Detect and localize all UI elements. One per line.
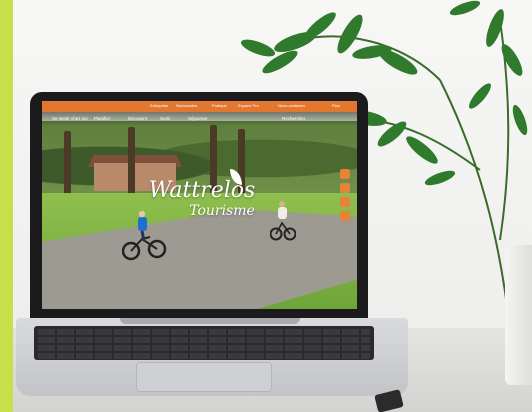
photo-scene: Wattrelos Tourisme Entreprise Nouveautes…: [0, 0, 532, 412]
topbar-link[interactable]: Entreprise: [150, 103, 168, 108]
topbar-link[interactable]: Plan: [332, 103, 340, 108]
instagram-icon[interactable]: [340, 183, 350, 193]
laptop-trackpad: [136, 362, 272, 392]
key-row: [38, 329, 370, 335]
laptop-screen: Wattrelos Tourisme Entreprise Nouveautes…: [42, 101, 357, 309]
nav-search[interactable]: Rechercher: [282, 116, 305, 121]
laptop-hinge: [120, 318, 300, 324]
site-topbar: Entreprise Nouveautes Pratique Espace Pr…: [42, 101, 357, 112]
topbar-link[interactable]: Nous contacter: [278, 103, 305, 108]
nav-item[interactable]: Planifier: [94, 116, 110, 121]
nav-item[interactable]: Séjourner: [188, 116, 208, 121]
site-nav: Se sentir chez soi Planifier Découvrir S…: [42, 112, 357, 126]
cyclist-adult-icon: [270, 201, 296, 241]
youtube-icon[interactable]: [340, 197, 350, 207]
logo-title: Wattrelos: [148, 178, 256, 203]
facebook-icon[interactable]: [340, 169, 350, 179]
nav-item[interactable]: Découvrir: [128, 116, 147, 121]
plant-pot: [505, 245, 532, 385]
topbar-link[interactable]: Espace Pro: [238, 103, 259, 108]
site-logo[interactable]: Wattrelos Tourisme: [142, 169, 262, 237]
share-icon[interactable]: [340, 211, 350, 221]
nav-item[interactable]: Sortir: [160, 116, 171, 121]
key-row: [38, 337, 370, 343]
accent-bar: [0, 0, 13, 412]
key-row: [38, 345, 370, 351]
logo-subtitle: Tourisme: [189, 203, 255, 219]
key-row: [38, 353, 370, 359]
topbar-link[interactable]: Nouveautes: [176, 103, 197, 108]
topbar-link[interactable]: Pratique: [212, 103, 227, 108]
nav-item[interactable]: Se sentir chez soi: [52, 116, 88, 121]
